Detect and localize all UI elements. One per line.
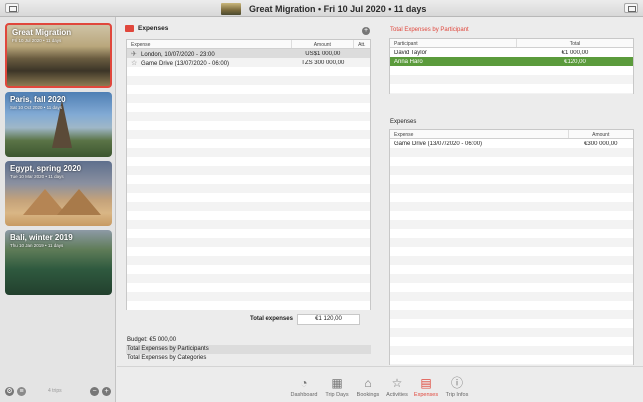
table-row[interactable]: ✈ London, 10/07/2020 - 23:00 US$1 000,00 [127, 49, 370, 58]
budget-line[interactable]: Budget: €5 000,00 [126, 336, 371, 345]
table-header: Expense Amount [390, 130, 633, 139]
star-icon: ☆ [391, 376, 403, 390]
column-header-total[interactable]: Total [517, 39, 633, 47]
trip-subtitle: Tue 10 Mar 2020 • 11 days [10, 174, 64, 179]
participant-expenses-heading: Expenses [390, 119, 417, 125]
expense-amount: TZS 300 000,00 [301, 59, 345, 66]
star-icon: ☆ [131, 59, 138, 67]
participants-heading: Total Expenses by Participant [390, 27, 469, 33]
table-row[interactable]: David Taylor €1 000,00 [390, 48, 633, 57]
table-body: David Taylor €1 000,00 Anna Haro €120,00 [390, 48, 633, 94]
trip-subtitle: Sat 10 Oct 2020 • 11 days [10, 105, 63, 110]
tab-label: Expenses [413, 392, 439, 398]
expense-name: London, 10/07/2020 - 23:00 [141, 51, 215, 58]
column-header-expense[interactable]: Expense [127, 40, 292, 48]
column-header-expense[interactable]: Expense [390, 130, 569, 138]
remove-trip-button[interactable]: − [90, 387, 99, 396]
tab-label: Trip Days [325, 392, 349, 398]
sort-icon[interactable]: ≡ [17, 387, 26, 396]
gauge-icon: ◔ [300, 376, 308, 390]
tab-label: Dashboard [290, 392, 318, 398]
inspector-toggle-button[interactable] [624, 3, 638, 13]
table-body: ✈ London, 10/07/2020 - 23:00 US$1 000,00 … [127, 49, 370, 310]
sidebar-footer: ⚙ ≡ 4 trips − + [0, 384, 116, 402]
expense-amount: US$1 000,00 [305, 50, 341, 57]
trip-card-egypt[interactable]: Egypt, spring 2020 Tue 10 Mar 2020 • 11 … [5, 161, 112, 226]
table-header: Expense Amount Att. [127, 40, 370, 49]
calendar-icon: ▦ [331, 376, 343, 390]
trip-card-paris[interactable]: Paris, fall 2020 Sat 10 Oct 2020 • 11 da… [5, 92, 112, 157]
expenses-panel: Expenses + Expense Amount Att. ✈ London, … [117, 17, 379, 366]
trip-name: Paris, fall 2020 [10, 95, 66, 104]
info-icon: ⓘ [450, 376, 463, 390]
detail-panel: Total Expenses by Participant Participan… [383, 17, 643, 366]
expenses-icon [125, 25, 134, 32]
trip-count: 4 trips [48, 388, 62, 394]
expenses-header: Expenses [125, 25, 168, 32]
participant-expenses-table: Expense Amount Game Drive (13/07/2020 - … [389, 129, 634, 365]
budget-summary: Budget: €5 000,00 Total Expenses by Part… [126, 336, 371, 363]
expense-name: Game Drive (13/07/2020 - 06:00) [394, 140, 483, 147]
pyramid-image [57, 189, 101, 215]
title-bar: Great Migration • Fri 10 Jul 2020 • 11 d… [0, 0, 643, 17]
table-body: Game Drive (13/07/2020 - 06:00) €300 000… [390, 139, 633, 365]
expenses-by-participants-link[interactable]: Total Expenses by Participants [126, 345, 371, 354]
table-header: Participant Total [390, 39, 633, 48]
trip-thumbnail [221, 2, 241, 15]
trip-name: Bali, winter 2019 [10, 233, 73, 242]
participants-table: Participant Total David Taylor €1 000,00… [389, 38, 634, 94]
participant-name: Anna Haro [394, 58, 423, 65]
participant-total: €120,00 [564, 58, 586, 65]
participant-name: David Taylor [394, 49, 427, 56]
trip-subtitle: Fri 10 Jul 2020 • 11 days [12, 38, 62, 43]
bottom-toolbar: ◔ Dashboard ▦ Trip Days ⌂ Bookings ☆ Act… [117, 366, 643, 402]
add-trip-button[interactable]: + [102, 387, 111, 396]
expenses-icon: ▤ [420, 376, 432, 390]
tab-expenses[interactable]: ▤ Expenses [409, 376, 443, 398]
expense-name: Game Drive (13/07/2020 - 06:00) [141, 60, 230, 67]
tab-trip-days[interactable]: ▦ Trip Days [320, 376, 354, 398]
plane-icon: ✈ [131, 50, 137, 58]
table-row[interactable]: Game Drive (13/07/2020 - 06:00) €300 000… [390, 139, 633, 148]
expense-amount: €300 000,00 [584, 140, 618, 147]
expenses-table: Expense Amount Att. ✈ London, 10/07/2020 … [126, 39, 371, 310]
total-expenses-value: €1 120,00 [297, 314, 360, 325]
column-header-attachment[interactable]: Att. [354, 40, 370, 48]
trip-subtitle: Thu 10 Jan 2019 • 11 days [10, 243, 64, 248]
sidebar-toggle-button[interactable] [5, 3, 19, 13]
column-header-amount[interactable]: Amount [569, 130, 634, 138]
table-row[interactable]: ☆ Game Drive (13/07/2020 - 06:00) TZS 300… [127, 58, 370, 67]
expenses-by-categories-link[interactable]: Total Expenses by Categories [126, 354, 371, 363]
tab-trip-infos[interactable]: ⓘ Trip Infos [440, 376, 474, 398]
tab-dashboard[interactable]: ◔ Dashboard [287, 376, 321, 398]
trips-sidebar: Great Migration Fri 10 Jul 2020 • 11 day… [0, 17, 116, 402]
participant-total: €1 000,00 [561, 49, 589, 56]
total-expenses-label: Total expenses [250, 316, 293, 322]
window-title: Great Migration • Fri 10 Jul 2020 • 11 d… [249, 3, 427, 14]
trip-name: Egypt, spring 2020 [10, 164, 82, 173]
trip-name: Great Migration [12, 28, 72, 37]
column-header-participant[interactable]: Participant [390, 39, 517, 47]
tab-label: Trip Infos [445, 392, 469, 398]
column-header-amount[interactable]: Amount [292, 40, 355, 48]
add-expense-button[interactable]: + [362, 27, 370, 35]
panel-title: Expenses [138, 25, 169, 32]
settings-icon[interactable]: ⚙ [5, 387, 14, 396]
window-title-group: Great Migration • Fri 10 Jul 2020 • 11 d… [221, 2, 426, 15]
trip-card-great-migration[interactable]: Great Migration Fri 10 Jul 2020 • 11 day… [5, 23, 112, 88]
table-row[interactable]: Anna Haro €120,00 [390, 57, 633, 66]
house-icon: ⌂ [364, 376, 372, 390]
trip-card-bali[interactable]: Bali, winter 2019 Thu 10 Jan 2019 • 11 d… [5, 230, 112, 295]
